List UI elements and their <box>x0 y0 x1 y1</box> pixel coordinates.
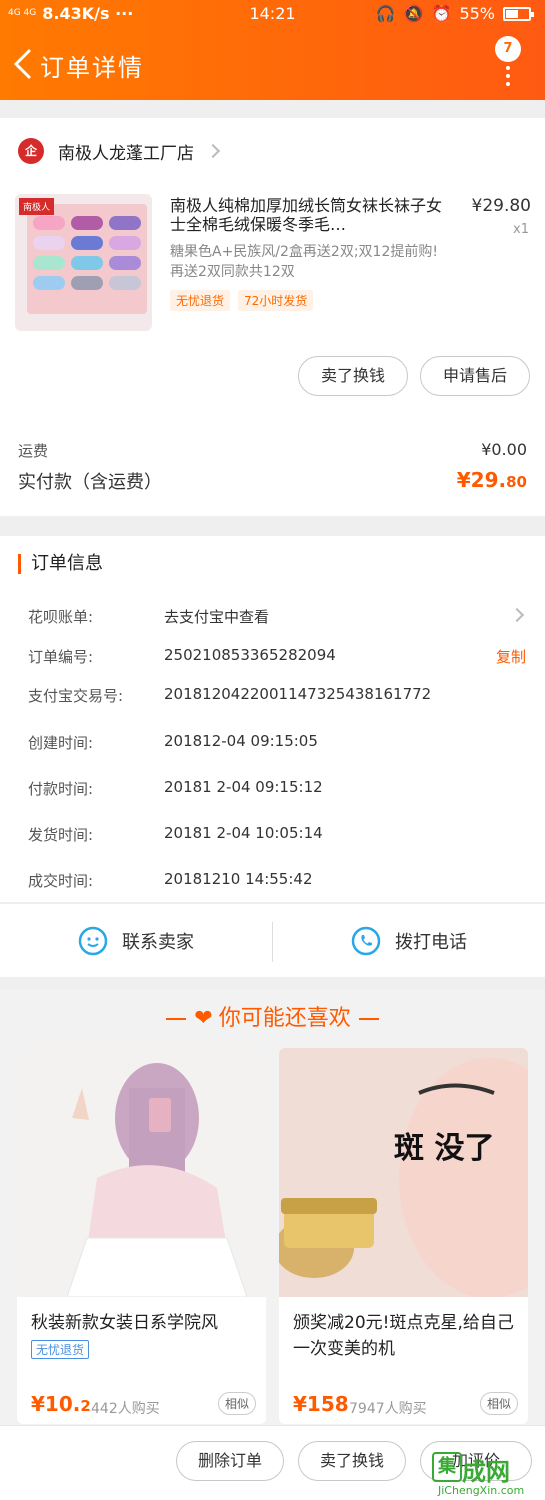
alarm-icon: ⏰ <box>431 4 452 23</box>
mute-icon: 🔕 <box>403 4 424 23</box>
sell-resale-button[interactable]: 卖了换钱 <box>298 356 408 396</box>
order-item-card: 企 南极人龙蓬工厂店 南极人 南极人纯棉加厚加绒长筒女袜长袜子女士全棉毛绒保暖冬… <box>0 118 545 516</box>
tag-free-return: 无忧退货 <box>170 290 231 311</box>
order-info-title: 订单信息 <box>18 554 103 574</box>
message-count-badge: 7 <box>495 36 521 62</box>
sell-resale-button[interactable]: 卖了换钱 <box>298 1441 406 1481</box>
row-value: 20181 2-04 10:05:14 <box>164 824 323 842</box>
top-bar: 4G 4G 8.43K/s ··· 14:21 🎧 🔕 ⏰ 55% 订单详情 7 <box>0 0 545 100</box>
watermark-mark: 集 <box>432 1452 462 1482</box>
product-title[interactable]: 南极人纯棉加厚加绒长筒女袜长袜子女士全棉毛绒保暖冬季毛… <box>170 196 448 234</box>
shop-link[interactable]: 企 南极人龙蓬工厂店 <box>18 134 221 168</box>
recommend-item-price: ¥158 <box>293 1392 349 1416</box>
row-value: 20181 2-04 09:15:12 <box>164 778 323 796</box>
sock-box-graphic <box>27 204 147 314</box>
battery-percent: 55% <box>459 4 495 23</box>
row-key: 发货时间: <box>28 826 94 844</box>
product-image[interactable]: 南极人 <box>15 194 152 331</box>
product-quantity: x1 <box>513 222 529 237</box>
copy-button[interactable]: 复制 <box>496 646 526 667</box>
recommend-title: ❤ 你可能还喜欢 <box>0 1000 545 1032</box>
recommend-card[interactable]: 秋装新款女装日系学院风 无忧退货 ¥10.2 442人购买 相似 <box>17 1048 266 1424</box>
similar-button[interactable]: 相似 <box>217 1392 256 1415</box>
recommendations-section: ❤ 你可能还喜欢 秋装新款女装日系学院风 无忧退货 ¥10.2 442人购买 相似… <box>0 990 545 1425</box>
row-value: 201812-04 09:15:05 <box>164 732 318 750</box>
row-key: 成交时间: <box>28 872 94 890</box>
product-price: ¥29.80 <box>471 196 531 216</box>
call-phone-label: 拨打电话 <box>395 932 467 953</box>
paid-amount-label: 实付款（含运费） <box>18 472 162 493</box>
more-menu-button[interactable]: 7 <box>495 36 521 92</box>
row-value: 2018120422001147325438161772 <box>164 685 432 703</box>
watermark-url: JiChengXin.com <box>438 1484 525 1497</box>
row-key: 订单编号: <box>28 648 94 666</box>
more-dots-icon <box>506 66 510 90</box>
heart-icon: ❤ <box>194 1006 213 1031</box>
watermark-logo: 集 成网 JiChengXin.com <box>432 1452 544 1498</box>
row-key: 付款时间: <box>28 780 94 798</box>
contact-seller-label: 联系卖家 <box>122 932 194 953</box>
page-header: 订单详情 7 <box>0 28 545 100</box>
row-key: 创建时间: <box>28 734 94 752</box>
battery-icon <box>503 6 534 21</box>
contact-seller-button[interactable]: 联系卖家 <box>0 904 272 978</box>
row-key: 花呗账单: <box>28 608 94 626</box>
watermark-text: 成网 <box>462 1458 510 1486</box>
svg-text:斑 没了: 斑 没了 <box>394 1131 494 1166</box>
shop-logo-icon: 企 <box>18 138 44 164</box>
product-photo <box>17 1048 266 1297</box>
headset-icon: 🎧 <box>375 4 396 23</box>
back-arrow-icon[interactable] <box>10 46 38 82</box>
status-bar: 4G 4G 8.43K/s ··· 14:21 🎧 🔕 ⏰ 55% <box>0 0 545 28</box>
product-spec: 糖果色A+民族风/2盒再送2双;双12提前购! 再送2双同款共12双 <box>170 244 438 280</box>
contact-bar: 联系卖家 拨打电话 <box>0 903 545 977</box>
recommend-item-sold: 7947人购买 <box>349 1401 427 1417</box>
row-value: 20181210 14:55:42 <box>164 870 313 888</box>
recommend-item-tag: 无忧退货 <box>31 1340 90 1359</box>
row-value: 去支付宝中查看 <box>164 608 270 626</box>
tag-shipping: 72小时发货 <box>238 290 314 311</box>
shop-name: 南极人龙蓬工厂店 <box>58 143 194 164</box>
delete-order-button[interactable]: 删除订单 <box>176 1441 284 1481</box>
recommend-item-title: 颁奖减20元!斑点克星,给自己一次变美的机 <box>293 1313 514 1359</box>
product-brand-label: 南极人 <box>19 198 55 215</box>
chevron-right-icon <box>509 607 525 623</box>
similar-button[interactable]: 相似 <box>479 1392 518 1415</box>
paid-amount-value: ¥29.80 <box>456 468 527 492</box>
recommend-item-price: ¥10.2 <box>31 1392 91 1416</box>
recommend-item-title: 秋装新款女装日系学院风 <box>31 1313 218 1333</box>
product-photo: 斑 没了 <box>279 1048 528 1297</box>
chat-icon <box>78 926 108 956</box>
row-key: 支付宝交易号: <box>28 687 124 705</box>
call-phone-button[interactable]: 拨打电话 <box>273 904 545 978</box>
recommend-item-sold: 442人购买 <box>91 1401 160 1417</box>
page-title: 订单详情 <box>40 54 144 82</box>
shipping-fee-label: 运费 <box>18 442 49 460</box>
phone-icon <box>351 926 381 956</box>
shipping-fee-value: ¥0.00 <box>481 440 527 459</box>
order-info-section: 订单信息 花呗账单: 去支付宝中查看 订单编号: 250210853365282… <box>0 536 545 902</box>
row-value: 250210853365282094 <box>164 646 336 664</box>
chevron-right-icon <box>205 143 221 159</box>
after-sale-button[interactable]: 申请售后 <box>420 356 530 396</box>
recommend-card[interactable]: 斑 没了 颁奖减20元!斑点克星,给自己一次变美的机 ¥158 7947人购买 … <box>279 1048 528 1424</box>
